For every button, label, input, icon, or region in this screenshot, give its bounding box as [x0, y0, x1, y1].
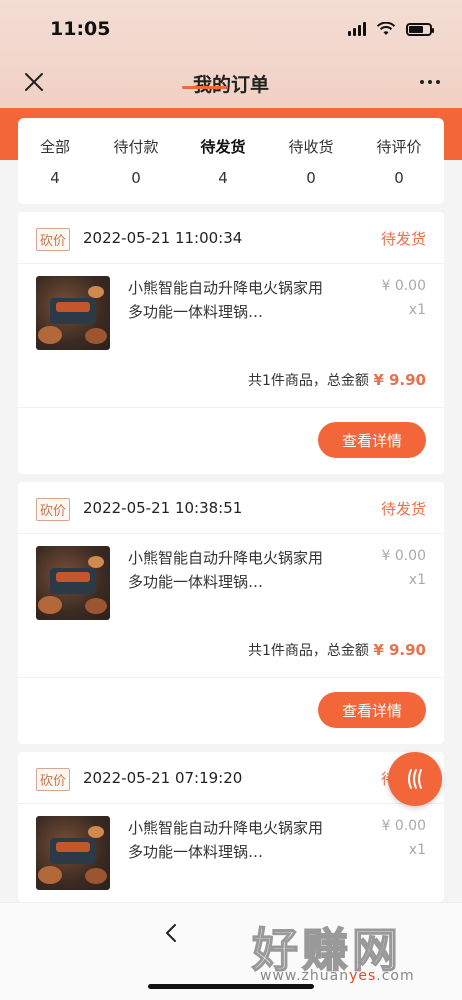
order-datetime: 2022-05-21 11:00:34	[83, 229, 243, 247]
product-quantity: x1	[408, 302, 426, 318]
product-image	[36, 276, 110, 350]
summary-label: 共1件商品，总金额	[247, 643, 369, 659]
status-time: 11:05	[50, 18, 111, 40]
order-actions: 查看详情	[18, 678, 444, 744]
cellular-signal-icon	[348, 22, 366, 36]
more-icon[interactable]	[418, 72, 442, 92]
order-actions: 查看详情	[18, 408, 444, 474]
summary-label: 共1件商品，总金额	[247, 373, 369, 389]
order-total: ¥ 9.90	[373, 641, 426, 659]
order-header: 砍价 2022-05-21 07:19:20 待	[18, 752, 444, 804]
product-quantity: x1	[408, 572, 426, 588]
view-details-button[interactable]: 查看详情	[318, 422, 426, 458]
bargain-tag: 砍价	[36, 228, 71, 251]
tab-label: 待付款	[113, 138, 159, 156]
tab-all[interactable]: 全部 4	[15, 136, 95, 187]
product-row[interactable]: 小熊智能自动升降电火锅家用多功能一体料理锅… ¥ 0.00 x1	[18, 804, 444, 902]
home-indicator	[148, 984, 314, 989]
order-summary: 共1件商品，总金额 ¥ 9.90	[18, 362, 444, 408]
tab-pending-payment[interactable]: 待付款 0	[96, 136, 176, 187]
status-bar: 11:05	[0, 0, 462, 60]
tab-label: 待收货	[288, 138, 334, 156]
tab-count: 0	[306, 169, 316, 187]
tab-label: 待发货	[200, 138, 246, 156]
tab-count: 0	[394, 169, 404, 187]
order-status: 待发货	[380, 230, 426, 248]
product-quantity: x1	[408, 842, 426, 858]
tab-count: 4	[218, 169, 228, 187]
tab-count: 4	[50, 169, 60, 187]
product-price: ¥ 0.00	[381, 548, 426, 564]
status-icons	[348, 22, 434, 36]
order-tabs: 全部 4 待付款 0 待发货 4 待收货 0 待评价 0	[18, 118, 444, 204]
tab-label: 全部	[39, 138, 70, 156]
tab-count: 0	[131, 169, 141, 187]
bargain-tag: 砍价	[36, 768, 71, 791]
tab-pending-review[interactable]: 待评价 0	[359, 136, 439, 187]
view-details-button[interactable]: 查看详情	[318, 692, 426, 728]
product-image	[36, 816, 110, 890]
bargain-tag: 砍价	[36, 498, 71, 521]
wifi-icon	[376, 22, 396, 35]
order-datetime: 2022-05-21 10:38:51	[83, 499, 243, 517]
tab-pending-receipt[interactable]: 待收货 0	[271, 136, 351, 187]
product-title: 小熊智能自动升降电火锅家用多功能一体料理锅…	[128, 279, 324, 321]
order-summary: 共1件商品，总金额 ¥ 9.90	[18, 632, 444, 678]
back-arrow-icon[interactable]	[160, 921, 184, 945]
tab-label: 待评价	[376, 138, 422, 156]
page-title: 我的订单	[192, 74, 269, 96]
order-header: 砍价 2022-05-21 10:38:51 待发货	[18, 482, 444, 534]
product-price: ¥ 0.00	[381, 818, 426, 834]
watermark-logo: 好赚网 www.zhuanyes.com	[251, 914, 452, 994]
product-title: 小熊智能自动升降电火锅家用多功能一体料理锅…	[128, 819, 324, 861]
product-row[interactable]: 小熊智能自动升降电火锅家用多功能一体料理锅… ¥ 0.00 x1	[18, 264, 444, 362]
order-header: 砍价 2022-05-21 11:00:34 待发货	[18, 212, 444, 264]
product-price: ¥ 0.00	[381, 278, 426, 294]
product-image	[36, 546, 110, 620]
watermark-url: www.zhuanyes.com	[260, 968, 415, 984]
order-total: ¥ 9.90	[373, 371, 426, 389]
product-row[interactable]: 小熊智能自动升降电火锅家用多功能一体料理锅… ¥ 0.00 x1	[18, 534, 444, 632]
order-card[interactable]: 砍价 2022-05-21 07:19:20 待 小熊智能自动升降电火锅家用多功…	[18, 752, 444, 902]
order-card[interactable]: 砍价 2022-05-21 11:00:34 待发货 小熊智能自动升降电火锅家用…	[18, 212, 444, 474]
product-title: 小熊智能自动升降电火锅家用多功能一体料理锅…	[128, 549, 324, 591]
wave-icon	[408, 769, 422, 789]
floating-action-button[interactable]	[388, 752, 442, 806]
order-datetime: 2022-05-21 07:19:20	[83, 769, 243, 787]
tab-pending-shipment[interactable]: 待发货 4	[183, 136, 263, 187]
nav-bar: 我的订单	[0, 60, 462, 108]
order-status: 待发货	[380, 500, 426, 518]
active-tab-indicator	[182, 86, 228, 89]
battery-icon	[406, 22, 434, 36]
order-card[interactable]: 砍价 2022-05-21 10:38:51 待发货 小熊智能自动升降电火锅家用…	[18, 482, 444, 744]
